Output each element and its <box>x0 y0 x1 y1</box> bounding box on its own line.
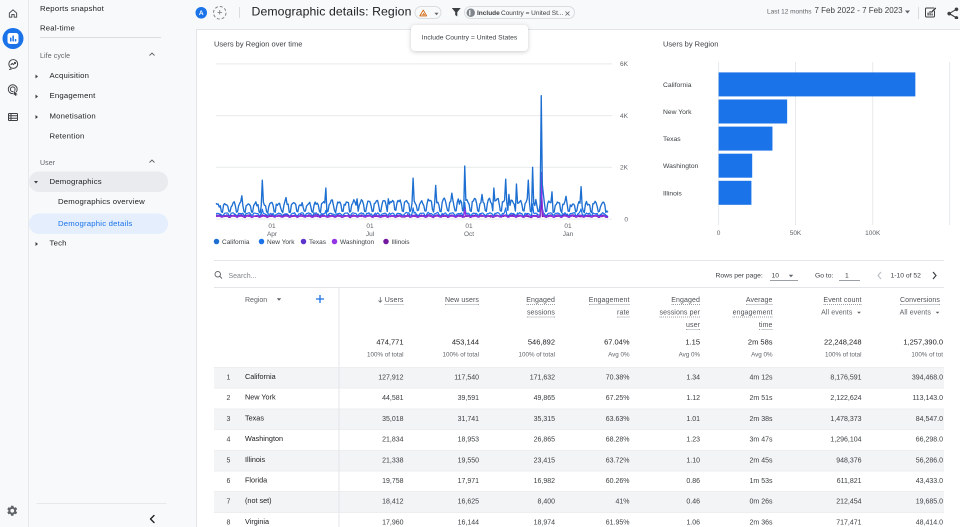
svg-text:6K: 6K <box>620 61 629 68</box>
svg-text:Jan: Jan <box>563 231 574 238</box>
svg-text:01: 01 <box>366 223 374 230</box>
svg-text:Jul: Jul <box>366 231 375 238</box>
svg-text:0: 0 <box>717 230 721 237</box>
svg-text:Illinois: Illinois <box>663 190 682 197</box>
svg-text:0: 0 <box>624 216 628 223</box>
svg-text:01: 01 <box>465 223 473 230</box>
svg-text:Illinois: Illinois <box>392 239 411 246</box>
svg-text:4K: 4K <box>620 113 629 120</box>
svg-text:Washington: Washington <box>340 239 374 246</box>
svg-text:Texas: Texas <box>663 136 681 143</box>
svg-text:01: 01 <box>268 223 276 230</box>
svg-text:California: California <box>663 82 692 89</box>
svg-text:Apr: Apr <box>267 231 278 238</box>
svg-text:50K: 50K <box>790 230 802 237</box>
svg-text:Washington: Washington <box>663 163 699 170</box>
svg-text:Texas: Texas <box>309 239 327 246</box>
svg-text:100K: 100K <box>865 230 881 237</box>
svg-text:New York: New York <box>267 239 295 246</box>
svg-text:2K: 2K <box>620 165 629 172</box>
svg-text:California: California <box>222 239 250 246</box>
svg-text:New York: New York <box>663 109 692 116</box>
svg-text:01: 01 <box>564 223 572 230</box>
svg-text:Oct: Oct <box>464 231 474 238</box>
